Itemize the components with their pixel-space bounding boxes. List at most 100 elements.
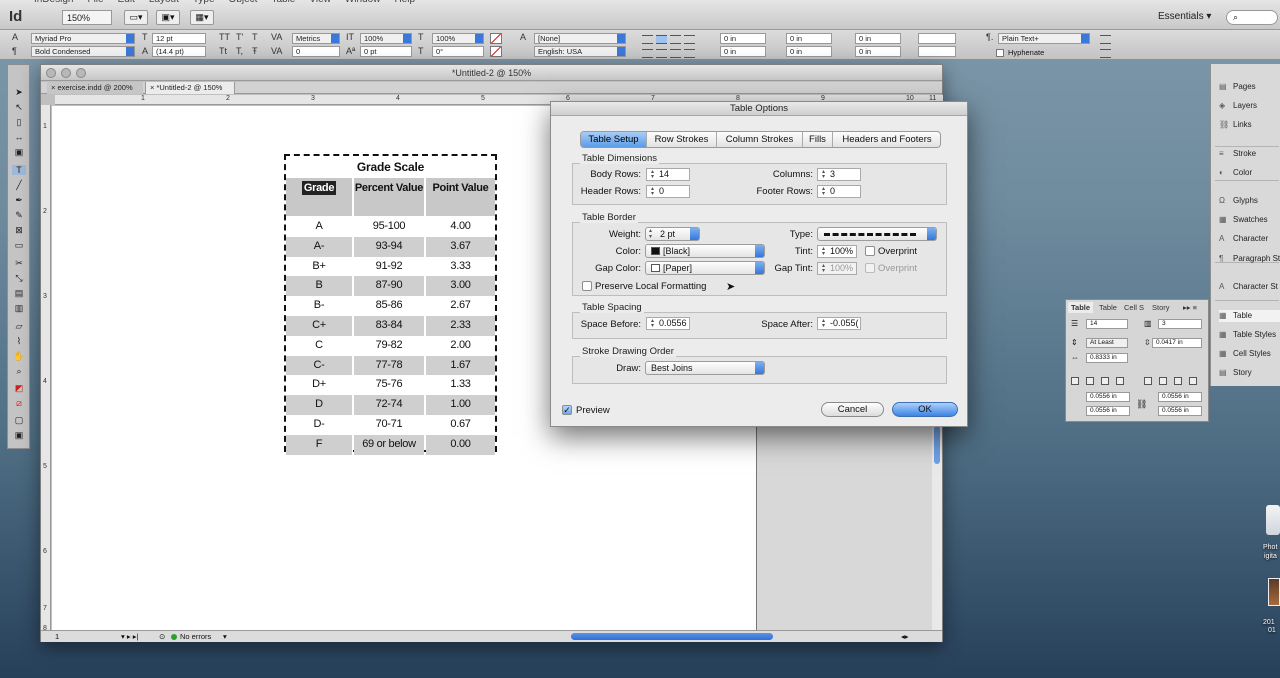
- selection-tool-icon[interactable]: ➤: [12, 87, 26, 97]
- point-cell[interactable]: 3.33: [426, 257, 495, 277]
- fill-stroke-icon[interactable]: ◩: [12, 383, 26, 393]
- body-rows-field[interactable]: ▴ ▾ 14: [646, 168, 690, 181]
- point-cell[interactable]: 0.00: [426, 434, 495, 455]
- draw-order-select[interactable]: Best Joins: [645, 361, 765, 375]
- panel-item-character[interactable]: A Character: [1219, 233, 1280, 245]
- align-right-icon[interactable]: [670, 35, 681, 44]
- percent-cell[interactable]: 95-100: [354, 217, 424, 237]
- table-row[interactable]: B+ 91-92 3.33: [286, 257, 495, 277]
- right-indent-field[interactable]: 0 in: [786, 33, 832, 44]
- panel-tab-story[interactable]: Story: [1149, 302, 1173, 313]
- skew-field[interactable]: 0°: [432, 46, 484, 57]
- panel-item-character-st[interactable]: A Character St: [1219, 281, 1280, 293]
- note-tool-icon[interactable]: ▱: [12, 321, 26, 331]
- fill-swatch[interactable]: [490, 33, 502, 44]
- table-row[interactable]: A 95-100 4.00: [286, 217, 495, 237]
- panel-item-table[interactable]: ▦ Table: [1219, 310, 1280, 322]
- horizontal-scroll-thumb[interactable]: [571, 633, 773, 640]
- panel-menu-icon[interactable]: ▸▸ ≡: [1180, 302, 1200, 313]
- gradient-feather-tool-icon[interactable]: ▥: [12, 303, 26, 313]
- eyedropper-tool-icon[interactable]: ⌇: [12, 336, 26, 346]
- point-cell[interactable]: 1.00: [426, 395, 495, 415]
- point-cell[interactable]: 2.67: [426, 296, 495, 316]
- align-away-spine-icon[interactable]: [684, 49, 695, 58]
- space-after-field[interactable]: ▴ ▾ -0.055(: [817, 317, 861, 330]
- stroke-swatch[interactable]: [490, 46, 502, 57]
- stepper-icon[interactable]: ▴ ▾: [820, 263, 827, 274]
- tab-row-strokes[interactable]: Row Strokes: [647, 132, 717, 147]
- desktop-file-icon[interactable]: [1266, 505, 1280, 535]
- stepper-icon[interactable]: ▴ ▾: [820, 246, 827, 257]
- panel-item-paragraph-st[interactable]: ¶ Paragraph St: [1219, 253, 1280, 265]
- align-center-icon[interactable]: [1086, 377, 1094, 385]
- font-family-select[interactable]: Myriad Pro: [31, 33, 135, 44]
- superscript-icon[interactable]: T': [236, 32, 243, 42]
- align-top-icon[interactable]: [1071, 377, 1079, 385]
- character-style-select[interactable]: [None]: [534, 33, 626, 44]
- tab-column-strokes[interactable]: Column Strokes: [717, 132, 803, 147]
- drop-cap-chars-field[interactable]: [918, 46, 956, 57]
- justify-left-icon[interactable]: [684, 35, 695, 44]
- percent-cell[interactable]: 69 or below: [354, 434, 424, 455]
- pencil-tool-icon[interactable]: ✎: [12, 210, 26, 220]
- gap-tool-icon[interactable]: ↔: [12, 132, 26, 142]
- percent-cell[interactable]: 85-86: [354, 296, 424, 316]
- percent-cell[interactable]: 87-90: [354, 276, 424, 297]
- grade-cell[interactable]: A-: [286, 236, 352, 257]
- table-row[interactable]: D- 70-71 0.67: [286, 415, 495, 435]
- grade-cell[interactable]: C-: [286, 355, 352, 376]
- gap-color-select[interactable]: [Paper]: [645, 261, 765, 275]
- justify-vertical-icon[interactable]: [1116, 377, 1124, 385]
- inset-bottom-field[interactable]: 0.0556 in: [1086, 406, 1130, 416]
- page-number[interactable]: 1: [55, 631, 59, 642]
- first-line-indent-field[interactable]: 0 in: [720, 46, 766, 57]
- percent-cell[interactable]: 75-76: [354, 375, 424, 395]
- hand-tool-icon[interactable]: ✋: [12, 351, 26, 361]
- leading-field[interactable]: (14.4 pt): [152, 46, 206, 57]
- stepper-icon[interactable]: ▴ ▾: [820, 169, 827, 180]
- page-nav-arrows[interactable]: ▾ ▸ ▸|: [121, 631, 138, 642]
- table-row[interactable]: D 72-74 1.00: [286, 395, 495, 415]
- arrange-documents-button[interactable]: ▦▾: [190, 10, 214, 25]
- point-cell[interactable]: 0.67: [426, 415, 495, 435]
- table-header-cell[interactable]: Grade: [286, 178, 352, 216]
- stepper-icon[interactable]: ▴ ▾: [649, 228, 652, 240]
- rectangle-frame-tool-icon[interactable]: ⊠: [12, 225, 26, 235]
- content-collector-icon[interactable]: ▣: [12, 147, 26, 157]
- stepper-icon[interactable]: ▴ ▾: [649, 318, 656, 329]
- grade-cell[interactable]: F: [286, 434, 352, 455]
- strikethrough-icon[interactable]: Ŧ: [252, 46, 258, 56]
- stepper-icon[interactable]: ▴ ▾: [820, 318, 827, 329]
- numbered-list-icon[interactable]: [1100, 49, 1111, 58]
- table-header-cell[interactable]: Point Value: [426, 178, 495, 216]
- table-row[interactable]: C- 77-78 1.67: [286, 355, 495, 376]
- border-type-select[interactable]: [817, 227, 937, 241]
- tab-headers-footers[interactable]: Headers and Footers: [833, 132, 940, 147]
- font-style-select[interactable]: Bold Condensed: [31, 46, 135, 57]
- percent-cell[interactable]: 91-92: [354, 257, 424, 277]
- tab-table-setup[interactable]: Table Setup: [581, 132, 647, 147]
- paragraph-mode-icon[interactable]: ¶: [12, 46, 17, 56]
- point-cell[interactable]: 3.00: [426, 276, 495, 297]
- grade-cell[interactable]: D-: [286, 415, 352, 435]
- tab-exercise[interactable]: × exercise.indd @ 200%: [47, 82, 143, 94]
- justify-center-icon[interactable]: [656, 49, 667, 58]
- rotate-text-180-icon[interactable]: [1174, 377, 1182, 385]
- horizontal-scale-field[interactable]: 100%: [432, 33, 484, 44]
- grade-cell[interactable]: C: [286, 336, 352, 356]
- free-transform-tool-icon[interactable]: ⤡: [12, 273, 26, 283]
- point-cell[interactable]: 1.33: [426, 375, 495, 395]
- point-cell[interactable]: 4.00: [426, 217, 495, 237]
- all-caps-icon[interactable]: TT: [219, 32, 230, 42]
- inset-left-field[interactable]: 0.0556 in: [1158, 392, 1202, 402]
- justify-all-icon[interactable]: [642, 49, 653, 58]
- grade-cell[interactable]: D: [286, 395, 352, 415]
- vertical-scroll-thumb[interactable]: [934, 426, 940, 464]
- kerning-field[interactable]: Metrics: [292, 33, 340, 44]
- table-row[interactable]: B 87-90 3.00: [286, 276, 495, 297]
- space-before-field[interactable]: 0 in: [855, 33, 901, 44]
- link-insets-icon[interactable]: ⛓: [1136, 399, 1147, 410]
- table-row[interactable]: C+ 83-84 2.33: [286, 316, 495, 336]
- panel-item-story[interactable]: ▤ Story: [1219, 367, 1280, 379]
- gap-tint-field[interactable]: ▴ ▾ 100%: [817, 262, 857, 275]
